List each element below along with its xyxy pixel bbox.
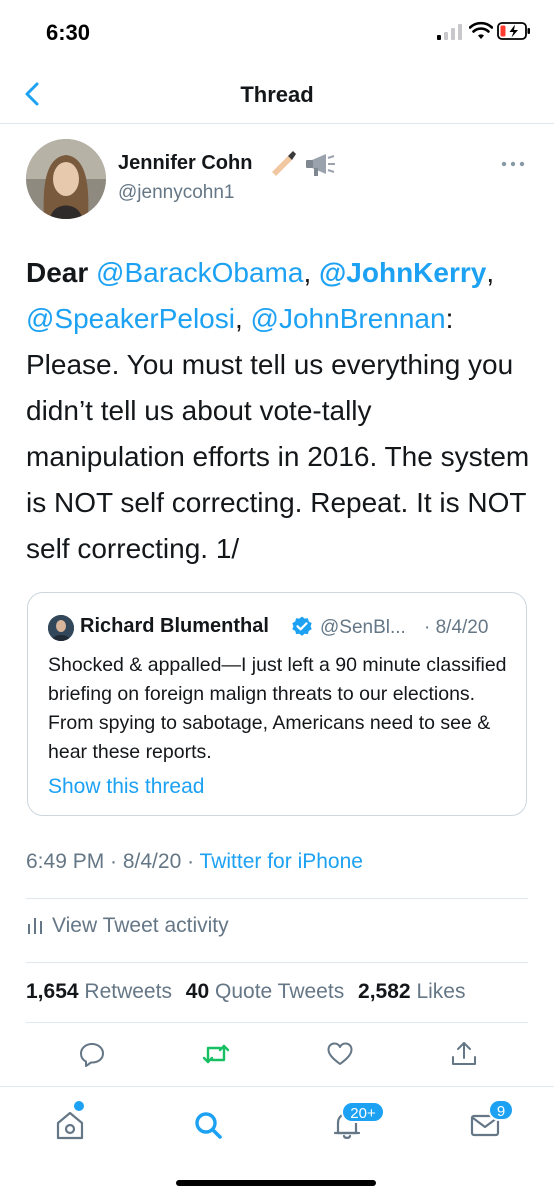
tweet-text-segment: , [303,257,319,288]
author-name[interactable]: Jennifer Cohn [118,152,252,175]
tweet-stats: 1,654 Retweets 40 Quote Tweets 2,582 Lik… [26,980,473,1004]
share-icon[interactable] [450,1040,478,1068]
likes-count: 2,582 [358,980,411,1003]
retweet-icon[interactable] [202,1040,230,1068]
writing-hand-megaphone-icon [272,151,335,176]
quoted-author-name: Richard Blumenthal [80,615,269,637]
retweets-label: Retweets [84,980,172,1003]
search-icon[interactable] [190,1107,226,1143]
show-thread-link[interactable]: Show this thread [48,775,204,799]
divider [26,898,528,899]
quoted-author-handle: @SenBl... [320,617,406,638]
quote-tweets-label: Quote Tweets [215,980,345,1003]
home-indicator [176,1180,376,1186]
mention-speakerpelosi[interactable]: @SpeakerPelosi [26,303,235,334]
tweet-client-link[interactable]: Twitter for iPhone [200,850,363,873]
activity-bars-icon [28,918,42,934]
quoted-tweet-text: Shocked & appalled—I just left a 90 minu… [48,654,507,763]
view-tweet-activity-label: View Tweet activity [52,914,229,937]
retweets-count: 1,654 [26,980,79,1003]
tweet-meta: 6:49 PM · 8/4/20 · Twitter for iPhone [26,850,363,874]
like-icon[interactable] [326,1040,354,1068]
divider [26,962,528,963]
mention-barackobama[interactable]: @BarackObama [96,257,303,288]
battery-charging-icon [497,22,530,40]
home-icon[interactable] [52,1107,88,1143]
status-bar: 6:30 [0,0,554,64]
wifi-icon [469,21,493,39]
quoted-tweet-card[interactable]: Richard Blumenthal @SenBl... · 8/4/20 Sh… [27,592,527,816]
nav-bar: Thread [0,64,554,124]
verified-icon [292,616,312,636]
mention-johnbrennan[interactable]: @JohnBrennan [251,303,446,334]
mention-johnkerry[interactable]: @JohnKerry [319,257,486,288]
tweet-text-segment: , [234,303,251,334]
quote-tweets-stat[interactable]: 40 Quote Tweets [186,980,344,1003]
retweets-stat[interactable]: 1,654 Retweets [26,980,172,1003]
signal-icon [437,24,462,40]
tweet-timestamp: 6:49 PM · 8/4/20 · [26,850,200,873]
status-time: 6:30 [46,20,91,45]
quote-tweets-count: 40 [185,980,210,1003]
tweet-text-segment: Dear [26,257,97,288]
quoted-tweet-date: · 8/4/20 [424,617,489,638]
tweet-text-segment: , [486,257,495,288]
view-tweet-activity[interactable]: View Tweet activity [26,914,229,938]
tweet-text-segment: : Please. You must tell us everything yo… [26,303,530,564]
likes-stat[interactable]: 2,582 Likes [358,980,465,1003]
home-unread-dot [74,1101,84,1111]
tweet-text: Dear @BarackObama, @JohnKerry, @SpeakerP… [26,250,536,572]
more-icon[interactable] [500,158,526,170]
reply-icon[interactable] [78,1040,106,1068]
page-title: Thread [240,82,314,107]
author-handle[interactable]: @jennycohn1 [118,182,234,204]
author-avatar[interactable] [26,139,106,219]
divider [26,1022,528,1023]
notifications-badge: 20+ [341,1101,385,1123]
messages-badge: 9 [488,1099,514,1121]
quoted-author-avatar [48,615,74,641]
likes-label: Likes [416,980,466,1003]
